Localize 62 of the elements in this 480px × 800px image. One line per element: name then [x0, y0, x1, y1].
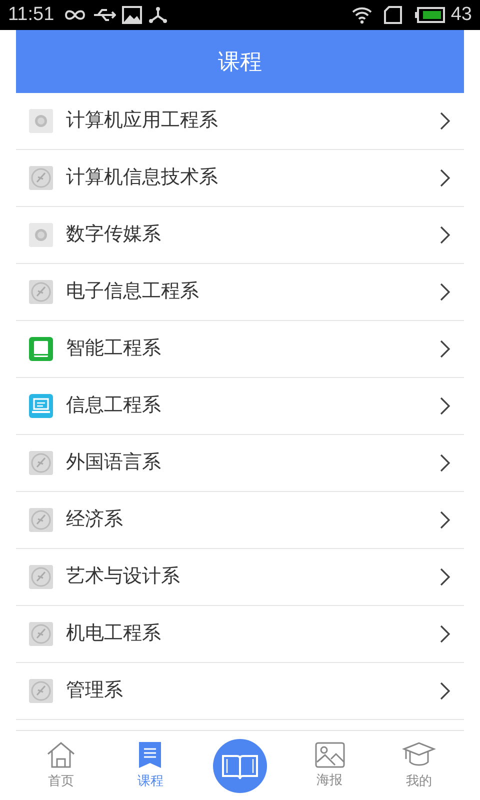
- department-row[interactable]: 经济系: [16, 492, 464, 549]
- tab-item[interactable]: 海报: [284, 742, 374, 790]
- sim-icon: [382, 6, 403, 24]
- chevron-icon: [440, 169, 450, 187]
- seal-icon: [29, 451, 53, 475]
- department-row[interactable]: 艺术与设计系: [16, 549, 464, 606]
- battery-level: 43: [450, 2, 472, 27]
- department-name: 管理系: [66, 678, 124, 703]
- department-row[interactable]: 计算机应用工程系: [16, 93, 464, 150]
- department-name: 外国语言系: [66, 450, 162, 475]
- chevron-icon: [440, 682, 450, 700]
- department-name: 艺术与设计系: [66, 564, 181, 589]
- department-row[interactable]: 机电工程系: [16, 606, 464, 663]
- chevron-icon: [440, 625, 450, 643]
- department-row[interactable]: 数字传媒系: [16, 207, 464, 264]
- laptop-icon: [29, 394, 53, 418]
- coin-icon: [29, 109, 53, 133]
- wifi-icon: [350, 6, 373, 24]
- department-name: 机电工程系: [66, 622, 162, 646]
- chevron-icon: [440, 283, 450, 301]
- share-icon: [148, 6, 168, 24]
- battery-icon: [414, 7, 445, 23]
- department-name: 计算机信息技术系: [66, 166, 219, 190]
- seal-icon: [29, 565, 53, 589]
- seal-icon: [29, 508, 53, 532]
- department-name: 信息工程系: [66, 394, 162, 418]
- seal-icon: [29, 679, 53, 703]
- department-name: 数字传媒系: [66, 222, 162, 247]
- department-row[interactable]: 信息工程系: [16, 378, 464, 435]
- seal-icon: [29, 166, 53, 190]
- chevron-icon: [440, 397, 450, 415]
- infinity-icon: [64, 9, 86, 21]
- department-row[interactable]: 管理系: [16, 663, 464, 720]
- department-name: 计算机应用工程系: [66, 108, 219, 133]
- status-time: 11:51: [8, 2, 54, 27]
- chevron-icon: [440, 112, 450, 130]
- seal-icon: [29, 280, 53, 304]
- department-row[interactable]: 外国语言系: [16, 435, 464, 492]
- image-icon: [122, 6, 142, 24]
- bookmark-list-icon: [138, 740, 162, 769]
- department-row[interactable]: 电子信息工程系: [16, 264, 464, 321]
- tab-item[interactable]: 首页: [16, 740, 106, 790]
- department-name: 电子信息工程系: [66, 280, 200, 304]
- tab-item[interactable]: 我的: [374, 740, 464, 790]
- seal-icon: [29, 622, 53, 646]
- chevron-icon: [440, 340, 450, 358]
- chevron-icon: [440, 511, 450, 529]
- open-book-icon: [212, 738, 267, 792]
- tab-item[interactable]: 课程: [106, 740, 196, 790]
- usb-icon: [92, 8, 116, 22]
- page-title: 课程: [218, 48, 262, 76]
- image-icon: [314, 742, 345, 768]
- book-icon: [29, 337, 53, 361]
- department-name: 经济系: [66, 508, 124, 532]
- department-row[interactable]: 计算机信息技术系: [16, 150, 464, 207]
- department-name: 智能工程系: [66, 336, 162, 361]
- chevron-icon: [440, 226, 450, 244]
- coin-icon: [29, 223, 53, 247]
- house-icon: [46, 740, 76, 769]
- chevron-icon: [440, 454, 450, 472]
- department-row[interactable]: 智能工程系: [16, 321, 464, 378]
- chevron-icon: [440, 568, 450, 586]
